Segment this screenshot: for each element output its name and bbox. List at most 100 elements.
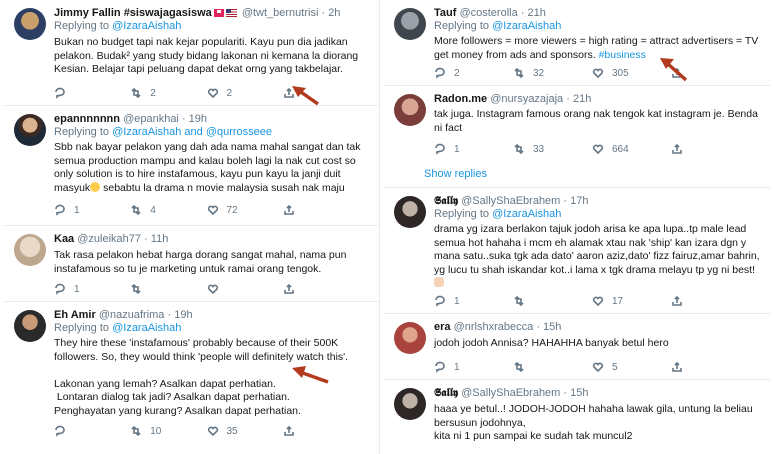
reply-mention-link[interactable]: @IzaraAishah: [492, 208, 561, 220]
avatar[interactable]: [14, 8, 46, 40]
like-button[interactable]: 5: [592, 360, 671, 374]
replying-to: Replying to @IzaraAishah: [54, 322, 182, 334]
reply-mention-link[interactable]: @IzaraAishah: [492, 20, 561, 32]
timestamp[interactable]: · 15h: [536, 321, 561, 333]
tweet[interactable]: 𝕾𝖆𝖑𝖑𝖞 @SallyShaEbrahem · 15h haaa ye bet…: [384, 380, 770, 454]
timestamp[interactable]: · 19h: [182, 113, 207, 125]
timestamp[interactable]: · 15h: [563, 387, 588, 399]
tweet-text: Sbb nak bayar pelakon yang dah ada nama …: [54, 141, 364, 194]
annotation-arrow: [292, 366, 329, 384]
reply-icon: [55, 87, 65, 99]
share-button[interactable]: [671, 142, 750, 156]
retweet-icon: [514, 143, 524, 155]
tweet[interactable]: Radon.me @nursyazajaja · 21h tak juga. I…: [384, 86, 770, 162]
timestamp[interactable]: · 19h: [167, 309, 192, 321]
reply-mention-link[interactable]: @IzaraAishah: [112, 20, 181, 32]
tweet[interactable]: Kaa @zuleikah77 · 11h Tak rasa pelakon h…: [4, 226, 379, 302]
retweet-button[interactable]: [130, 282, 206, 296]
display-name[interactable]: 𝕾𝖆𝖑𝖑𝖞: [434, 194, 458, 207]
avatar[interactable]: [394, 196, 426, 228]
handle[interactable]: @SallyShaEbrahem: [461, 387, 560, 399]
retweet-button[interactable]: 32: [513, 66, 592, 80]
timestamp[interactable]: · 11h: [144, 233, 168, 245]
avatar[interactable]: [394, 8, 426, 40]
reply-button[interactable]: [54, 86, 130, 100]
tweet[interactable]: epannnnnnn @epankhai · 19h Replying to @…: [4, 106, 379, 226]
handle[interactable]: @zuleikah77: [77, 233, 141, 245]
retweet-icon: [514, 295, 524, 307]
tweet[interactable]: Tauf @costerolla · 21h Replying to @Izar…: [384, 0, 770, 86]
replying-to: Replying to @IzaraAishah and @qurrosseee: [54, 126, 273, 138]
like-button[interactable]: [207, 282, 283, 296]
like-button[interactable]: 664: [592, 142, 671, 156]
display-name[interactable]: era: [434, 321, 451, 333]
tweet[interactable]: Eh Amir @nazuafrima · 19h Replying to @I…: [4, 302, 379, 454]
tweet-actions: 1 17: [434, 294, 750, 308]
handle[interactable]: @nursyazajaja: [490, 93, 563, 105]
handle[interactable]: @nrlshxrabecca: [454, 321, 534, 333]
heart-icon: [592, 296, 604, 307]
avatar[interactable]: [394, 94, 426, 126]
display-name[interactable]: 𝕾𝖆𝖑𝖑𝖞: [434, 386, 458, 399]
share-button[interactable]: [283, 203, 359, 217]
avatar[interactable]: [394, 322, 426, 354]
hashtag-link[interactable]: #business: [599, 49, 646, 61]
retweet-button[interactable]: [513, 360, 592, 374]
smile-emoji-icon: [90, 181, 101, 192]
avatar[interactable]: [14, 234, 46, 266]
handle[interactable]: @costerolla: [459, 7, 517, 19]
handle[interactable]: @twt_bernutrisi: [242, 7, 319, 19]
heart-icon: [592, 68, 604, 79]
reply-button[interactable]: 1: [54, 203, 130, 217]
share-button[interactable]: [283, 424, 359, 438]
like-button[interactable]: 35: [207, 424, 283, 438]
tweet-text: jodoh jodoh Annisa? HAHAHHA banyak betul…: [434, 337, 669, 349]
retweet-button[interactable]: 33: [513, 142, 592, 156]
retweet-icon: [514, 67, 524, 79]
display-name[interactable]: Jimmy Fallin #siswajagasiswa: [54, 7, 212, 19]
retweet-icon: [514, 361, 524, 373]
like-button[interactable]: 2: [207, 86, 283, 100]
reply-button[interactable]: 1: [434, 294, 513, 308]
retweet-button[interactable]: 4: [130, 203, 206, 217]
avatar[interactable]: [394, 388, 426, 420]
reply-mention-link[interactable]: @IzaraAishah: [112, 322, 181, 334]
reply-mention-link[interactable]: @IzaraAishah and @qurrosseee: [112, 126, 272, 138]
reply-button[interactable]: 1: [54, 282, 130, 296]
timestamp[interactable]: · 17h: [563, 195, 588, 207]
share-icon: [672, 295, 682, 306]
handle[interactable]: @epankhai: [123, 113, 179, 125]
avatar[interactable]: [14, 114, 46, 146]
display-name[interactable]: Eh Amir: [54, 309, 96, 321]
reply-button[interactable]: [54, 424, 130, 438]
show-replies-link[interactable]: Show replies: [424, 168, 487, 180]
tweet[interactable]: Jimmy Fallin #siswajagasiswa @twt_bernut…: [4, 0, 379, 106]
share-button[interactable]: [283, 282, 359, 296]
reply-button[interactable]: 1: [434, 360, 513, 374]
tweet[interactable]: 𝕾𝖆𝖑𝖑𝖞 @SallyShaEbrahem · 17h Replying to…: [384, 188, 770, 314]
display-name[interactable]: Tauf: [434, 7, 456, 19]
retweet-button[interactable]: 2: [130, 86, 206, 100]
like-button[interactable]: 72: [207, 203, 283, 217]
display-name[interactable]: Kaa: [54, 233, 74, 245]
retweet-button[interactable]: [513, 294, 592, 308]
handle[interactable]: @nazuafrima: [99, 309, 165, 321]
share-button[interactable]: [671, 294, 750, 308]
share-button[interactable]: [671, 360, 750, 374]
display-name[interactable]: epannnnnnn: [54, 113, 120, 125]
reply-button[interactable]: 2: [434, 66, 513, 80]
timestamp[interactable]: · 21h: [521, 7, 546, 19]
timestamp[interactable]: · 2h: [321, 7, 340, 19]
share-icon: [672, 361, 682, 372]
flag-icon: [213, 9, 224, 18]
tweet[interactable]: era @nrlshxrabecca · 15h jodoh jodoh Ann…: [384, 314, 770, 380]
retweet-icon: [131, 87, 141, 99]
retweet-button[interactable]: 10: [130, 424, 206, 438]
like-button[interactable]: 17: [592, 294, 671, 308]
timestamp[interactable]: · 21h: [566, 93, 591, 105]
handle[interactable]: @SallyShaEbrahem: [461, 195, 560, 207]
reply-button[interactable]: 1: [434, 142, 513, 156]
avatar[interactable]: [14, 310, 46, 342]
heart-icon: [207, 205, 218, 216]
display-name[interactable]: Radon.me: [434, 93, 487, 105]
